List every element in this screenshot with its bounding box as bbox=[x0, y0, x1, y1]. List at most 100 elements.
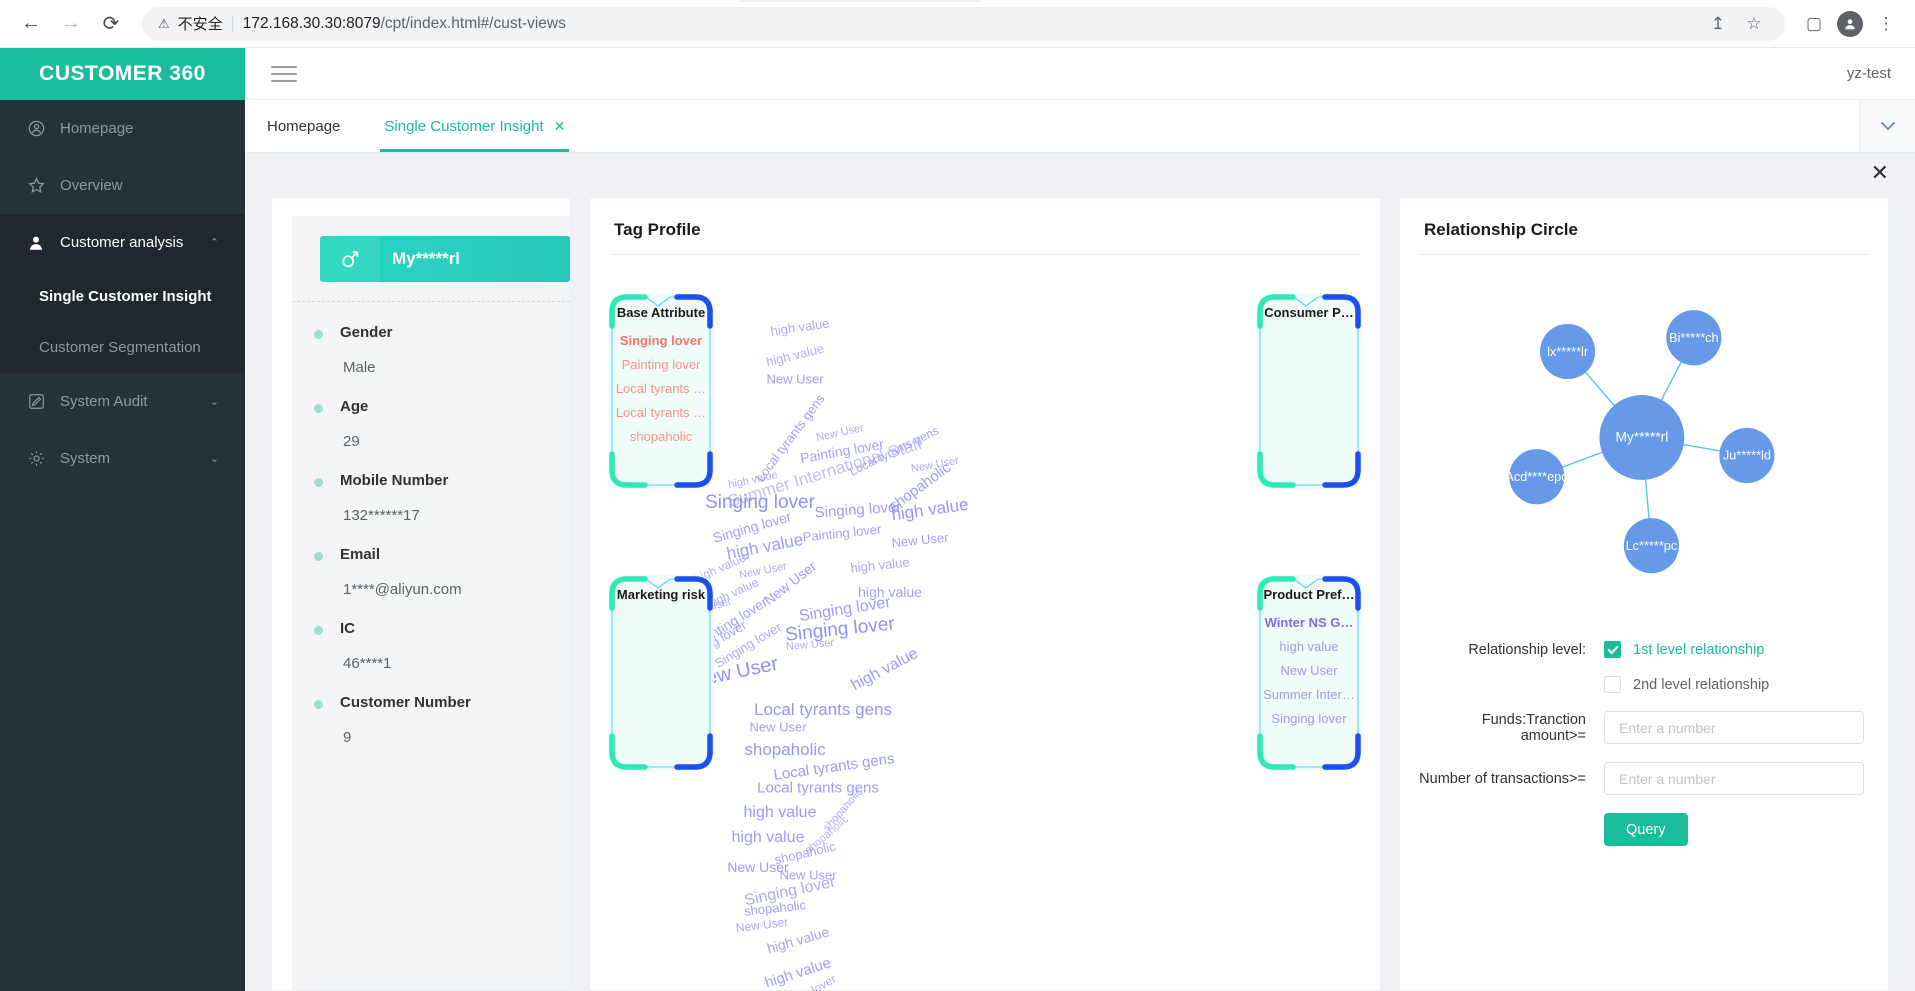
tab-list-dropdown[interactable] bbox=[1859, 100, 1915, 152]
relationship-level-label: Relationship level: bbox=[1468, 641, 1586, 658]
sidebar-item-overview[interactable]: Overview bbox=[0, 157, 245, 214]
word-cloud-term: shopaholic bbox=[802, 813, 852, 857]
current-user-label[interactable]: yz-test bbox=[1847, 65, 1891, 82]
reload-icon[interactable]: ⟳ bbox=[94, 7, 128, 41]
profile-icon[interactable] bbox=[1835, 9, 1865, 39]
sidebar-item-label: Homepage bbox=[60, 120, 134, 137]
word-cloud-term: high value bbox=[764, 340, 826, 370]
share-icon[interactable]: ↥ bbox=[1703, 9, 1733, 39]
field-label: Customer Number bbox=[314, 694, 570, 711]
tag-box-list: Singing lover Painting lover Local tyran… bbox=[610, 333, 712, 444]
word-cloud-term: high value bbox=[849, 554, 911, 576]
tag-item: shopaholic bbox=[629, 429, 693, 444]
tab-homepage[interactable]: Homepage bbox=[245, 100, 362, 152]
sidebar-item-system[interactable]: System ⌄ bbox=[0, 430, 245, 487]
word-cloud-term: high value bbox=[848, 644, 921, 695]
sidebar-item-label: Customer analysis bbox=[60, 234, 184, 251]
word-cloud-term: Summer International Staff bbox=[725, 433, 925, 512]
tag-profile-title: Tag Profile bbox=[614, 220, 701, 239]
tag-item: high value bbox=[1279, 639, 1339, 654]
word-cloud-term: high value bbox=[731, 829, 805, 846]
word-cloud-term: New User bbox=[890, 529, 950, 551]
field-label: IC bbox=[314, 620, 570, 637]
warning-triangle-icon: ⚠ bbox=[158, 15, 170, 31]
word-cloud-term: high value bbox=[743, 804, 817, 821]
close-icon[interactable]: ✕ bbox=[554, 118, 566, 135]
number-of-transactions-input[interactable] bbox=[1604, 762, 1864, 795]
relationship-graph-svg: lx*****lr Bi*****ch Ju*****ld Lc*****pc Acd*… bbox=[1505, 310, 1775, 574]
person-icon bbox=[26, 234, 46, 252]
word-cloud-term: Painting lover bbox=[798, 435, 886, 467]
tag-item: Winter NS G… bbox=[1264, 615, 1354, 630]
relationship-graph[interactable]: lx*****lr Bi*****ch Ju*****ld Lc*****pc Acd*… bbox=[1400, 255, 1888, 635]
field-age: Age 29 bbox=[292, 398, 570, 450]
hamburger-menu-icon[interactable] bbox=[271, 61, 297, 87]
address-bar[interactable]: ⚠ 不安全 | 172.168.30.30:8079/cpt/index.htm… bbox=[142, 6, 1785, 41]
customer-header: My*****rl bbox=[320, 236, 570, 282]
tag-item: Local tyrants … bbox=[615, 405, 707, 420]
relationship-node-label: Lc*****pc bbox=[1626, 538, 1678, 553]
tag-box-product-preference[interactable]: Product Pref… Winter NS G… high value Ne… bbox=[1256, 575, 1362, 771]
checkbox-1st-level-label[interactable]: 1st level relationship bbox=[1633, 642, 1764, 658]
word-cloud-term: New User bbox=[738, 560, 788, 582]
relationship-circle-card: Relationship Circle lx*****lr Bi*****ch Ju… bbox=[1399, 197, 1889, 991]
word-cloud-term: Local tyrants gens bbox=[752, 391, 828, 485]
brand-title: CUSTOMER 360 bbox=[0, 48, 245, 100]
word-cloud-term: New User bbox=[734, 914, 790, 936]
forward-arrow-icon[interactable]: → bbox=[54, 7, 88, 41]
side-panel-icon[interactable]: ▢ bbox=[1799, 9, 1829, 39]
top-bar: yz-test bbox=[245, 48, 1915, 100]
tag-box-title: Product Pref… bbox=[1263, 587, 1355, 602]
tag-item: Singing lover bbox=[619, 333, 703, 348]
main-area: yz-test Homepage Single Customer Insight… bbox=[245, 48, 1915, 991]
query-button[interactable]: Query bbox=[1604, 813, 1688, 846]
tab-single-customer-insight[interactable]: Single Customer Insight ✕ bbox=[362, 100, 587, 152]
word-cloud-term: shopaholic bbox=[820, 786, 866, 834]
close-icon[interactable]: ✕ bbox=[1871, 162, 1889, 184]
sidebar-subitem-label: Customer Segmentation bbox=[39, 339, 201, 356]
funds-amount-input[interactable] bbox=[1604, 711, 1864, 744]
word-cloud-term: high value bbox=[725, 529, 805, 564]
field-value: Male bbox=[343, 359, 376, 376]
customer-name: My*****rl bbox=[392, 249, 461, 268]
sidebar-item-system-audit[interactable]: System Audit ⌄ bbox=[0, 373, 245, 430]
star-icon[interactable]: ☆ bbox=[1739, 9, 1769, 39]
sidebar-item-homepage[interactable]: Homepage bbox=[0, 100, 245, 157]
word-cloud-term: Local tyrants gens bbox=[757, 779, 879, 797]
checkbox-2nd-level-relationship[interactable] bbox=[1604, 676, 1621, 693]
sidebar-item-label: System Audit bbox=[60, 393, 148, 410]
word-cloud-term: shopaholic bbox=[885, 459, 955, 515]
tab-bar: Homepage Single Customer Insight ✕ bbox=[245, 100, 1915, 153]
sidebar-submenu-customer-analysis: Single Customer Insight Customer Segment… bbox=[0, 271, 245, 373]
field-gender: Gender Male bbox=[292, 324, 570, 376]
user-circle-icon bbox=[26, 119, 46, 138]
checkbox-2nd-level-label[interactable]: 2nd level relationship bbox=[1633, 677, 1769, 693]
sidebar-item-customer-analysis[interactable]: Customer analysis ⌃ bbox=[0, 214, 245, 271]
word-cloud-term: New User bbox=[749, 719, 807, 735]
tag-profile-card: Tag Profile high value high value New User… bbox=[589, 197, 1381, 991]
word-cloud-term: New User bbox=[760, 557, 820, 609]
checkbox-1st-level-relationship[interactable] bbox=[1604, 641, 1621, 658]
field-value: 1****@aliyun.com bbox=[343, 581, 462, 598]
field-value: 46****1 bbox=[343, 655, 392, 672]
back-arrow-icon[interactable]: ← bbox=[14, 7, 48, 41]
tag-box-marketing-risk[interactable]: Marketing risk bbox=[608, 575, 714, 771]
sidebar-item-single-customer-insight[interactable]: Single Customer Insight bbox=[0, 271, 245, 322]
customer-profile-inner: My*****rl Gender Male Age 29 Mobile Numb… bbox=[292, 216, 570, 990]
field-value: 132******17 bbox=[343, 507, 420, 524]
chevron-up-icon: ⌃ bbox=[209, 237, 219, 249]
word-cloud-term: Singing lover bbox=[710, 508, 794, 546]
word-cloud-term: Painting lover bbox=[802, 521, 882, 545]
tag-box-consumer-preference[interactable]: Consumer P… bbox=[1256, 293, 1362, 489]
edit-square-icon bbox=[26, 392, 46, 411]
word-cloud-term: Local tyrants gens bbox=[772, 750, 896, 784]
number-of-transactions-row: Number of transactions>= bbox=[1414, 762, 1864, 795]
url-text: 172.168.30.30:8079/cpt/index.html#/cust-… bbox=[242, 14, 566, 32]
kebab-menu-icon[interactable]: ⋮ bbox=[1871, 9, 1901, 39]
sidebar-item-customer-segmentation[interactable]: Customer Segmentation bbox=[0, 322, 245, 373]
tag-item: Painting lover bbox=[621, 357, 701, 372]
tag-box-base-attribute[interactable]: Base Attribute Singing lover Painting lo… bbox=[608, 293, 714, 489]
relationship-node-label: Ju*****ld bbox=[1723, 448, 1771, 463]
number-of-transactions-label: Number of transactions>= bbox=[1419, 770, 1586, 787]
app-root: CUSTOMER 360 Homepage Overview Customer … bbox=[0, 48, 1915, 991]
